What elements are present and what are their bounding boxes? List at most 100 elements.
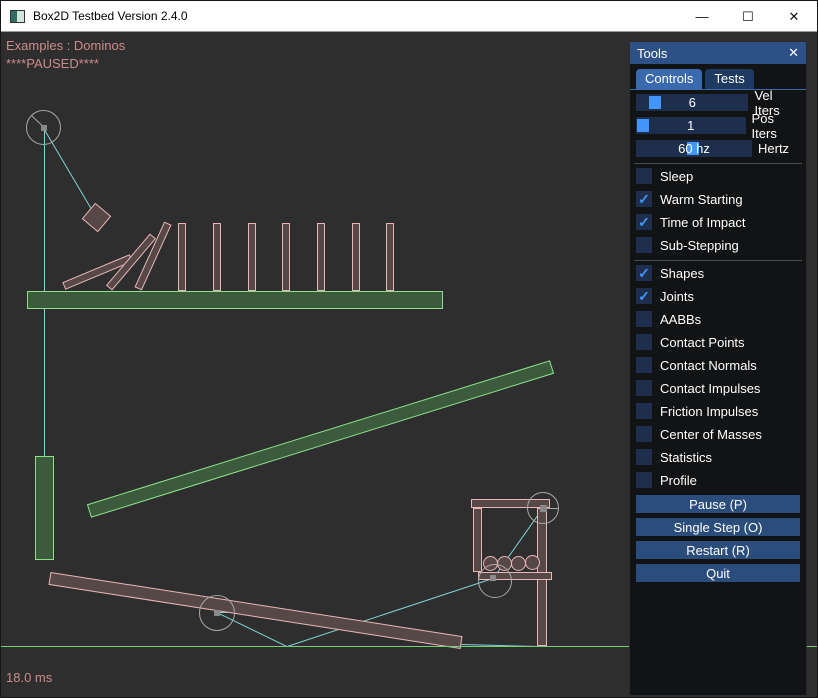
green-pillar (35, 456, 54, 560)
vel-iters-slider[interactable]: 6 (636, 94, 748, 111)
checkbox-box[interactable]: ✓ (636, 214, 652, 230)
checkbox-label: Warm Starting (660, 192, 743, 207)
checkbox-label: AABBs (660, 312, 701, 327)
checkbox-label: Contact Impulses (660, 381, 760, 396)
checkbox-sleep[interactable]: Sleep (636, 168, 800, 184)
checkbox-label: Statistics (660, 450, 712, 465)
tab-controls[interactable]: Controls (636, 69, 702, 89)
checkbox-box[interactable] (636, 334, 652, 350)
checkbox-statistics[interactable]: Statistics (636, 449, 800, 465)
minimize-button[interactable]: — (679, 1, 725, 32)
checkbox-box[interactable] (636, 237, 652, 253)
quit-button[interactable]: Quit (636, 564, 800, 582)
checkbox-joints[interactable]: ✓ Joints (636, 288, 800, 304)
pulley-joint-line (44, 128, 45, 508)
seesaw-plank[interactable] (48, 572, 462, 649)
checkbox-warm-starting[interactable]: ✓ Warm Starting (636, 191, 800, 207)
checkbox-box[interactable] (636, 357, 652, 373)
hertz-value: 60 hz (636, 140, 752, 157)
pulley-anchor (41, 125, 47, 131)
vel-iters-row: 6 Vel Iters (636, 94, 800, 111)
single-step-button[interactable]: Single Step (O) (636, 518, 800, 536)
checkbox-shapes[interactable]: ✓ Shapes (636, 265, 800, 281)
restart-button[interactable]: Restart (R) (636, 541, 800, 559)
tools-panel: Tools ✕ Controls Tests 6 Vel Iters (629, 41, 807, 696)
domino-6[interactable] (352, 223, 360, 291)
pos-iters-row: 1 Pos Iters (636, 117, 800, 134)
checkbox-label: Contact Points (660, 335, 745, 350)
window-controls: — ☐ ✕ (679, 1, 817, 32)
seesaw-anchor (214, 610, 220, 616)
checkbox-sub-stepping[interactable]: Sub-Stepping (636, 237, 800, 253)
vel-iters-value: 6 (636, 94, 748, 111)
domino-3[interactable] (248, 223, 256, 291)
checkbox-aabbs[interactable]: AABBs (636, 311, 800, 327)
separator (634, 163, 802, 164)
domino-5[interactable] (317, 223, 325, 291)
checkbox-label: Contact Normals (660, 358, 757, 373)
frame-time-label: 18.0 ms (6, 670, 52, 685)
domino-platform (27, 291, 443, 309)
tools-panel-body: 6 Vel Iters 1 Pos Iters 60 hz (630, 90, 806, 582)
stand-top-anchor (540, 505, 547, 512)
checkbox-label: Shapes (660, 266, 704, 281)
example-label: Examples : Dominos (6, 38, 125, 53)
checkbox-label: Time of Impact (660, 215, 745, 230)
checkbox-label: Sub-Stepping (660, 238, 739, 253)
checkbox-label: Friction Impulses (660, 404, 758, 419)
domino-7[interactable] (386, 223, 394, 291)
tab-bar: Controls Tests (636, 69, 806, 89)
maximize-button[interactable]: ☐ (725, 1, 771, 32)
checkbox-box[interactable]: ✓ (636, 288, 652, 304)
checkbox-label: Center of Masses (660, 427, 762, 442)
checkbox-box[interactable] (636, 403, 652, 419)
ball-4[interactable] (525, 555, 540, 570)
pos-iters-slider[interactable]: 1 (636, 117, 746, 134)
checkbox-box[interactable]: ✓ (636, 191, 652, 207)
checkbox-profile[interactable]: Profile (636, 472, 800, 488)
stand-bottom-wheel-circle[interactable] (478, 564, 512, 598)
checkbox-box[interactable] (636, 426, 652, 442)
stand-bottom-anchor (490, 575, 496, 581)
domino-1[interactable] (178, 223, 186, 291)
pos-iters-label: Pos Iters (752, 111, 800, 141)
checkbox-box[interactable] (636, 168, 652, 184)
checkbox-box[interactable] (636, 311, 652, 327)
green-ramp (87, 360, 554, 518)
checkbox-center-of-masses[interactable]: Center of Masses (636, 426, 800, 442)
stand-left-post[interactable] (473, 508, 482, 572)
ball-3[interactable] (511, 556, 526, 571)
close-button[interactable]: ✕ (771, 1, 817, 32)
checkbox-box[interactable] (636, 472, 652, 488)
checkbox-contact-points[interactable]: Contact Points (636, 334, 800, 350)
swinging-box[interactable] (82, 203, 112, 233)
pause-button[interactable]: Pause (P) (636, 495, 800, 513)
checkbox-contact-impulses[interactable]: Contact Impulses (636, 380, 800, 396)
pos-iters-value: 1 (636, 117, 746, 134)
domino-4[interactable] (282, 223, 290, 291)
domino-2[interactable] (213, 223, 221, 291)
app-window: Box2D Testbed Version 2.4.0 — ☐ ✕ Exampl… (0, 0, 818, 698)
hertz-slider[interactable]: 60 hz (636, 140, 752, 157)
paused-label: ****PAUSED**** (6, 56, 99, 71)
checkbox-box[interactable] (636, 449, 652, 465)
checkbox-friction-impulses[interactable]: Friction Impulses (636, 403, 800, 419)
checkbox-box[interactable]: ✓ (636, 265, 652, 281)
checkbox-box[interactable] (636, 380, 652, 396)
tools-close-icon[interactable]: ✕ (788, 45, 799, 61)
checkbox-contact-normals[interactable]: Contact Normals (636, 357, 800, 373)
separator (634, 260, 802, 261)
app-icon (10, 10, 25, 23)
hertz-row: 60 hz Hertz (636, 140, 800, 157)
title-bar: Box2D Testbed Version 2.4.0 — ☐ ✕ (1, 1, 817, 32)
window-title: Box2D Testbed Version 2.4.0 (33, 9, 188, 23)
hertz-label: Hertz (758, 141, 789, 156)
checkbox-label: Profile (660, 473, 697, 488)
checkbox-label: Sleep (660, 169, 693, 184)
scene-canvas[interactable]: Examples : Dominos ****PAUSED**** 18.0 m… (1, 32, 817, 698)
tab-tests[interactable]: Tests (705, 69, 753, 89)
tools-panel-title: Tools (637, 46, 788, 61)
checkbox-time-of-impact[interactable]: ✓ Time of Impact (636, 214, 800, 230)
checkbox-label: Joints (660, 289, 694, 304)
tools-panel-titlebar[interactable]: Tools ✕ (630, 42, 806, 64)
